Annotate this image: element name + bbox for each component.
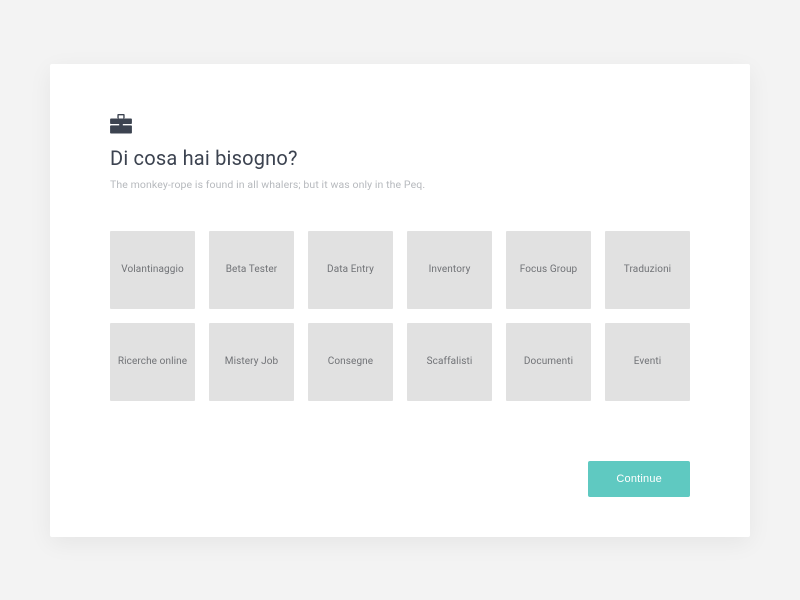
briefcase-icon bbox=[110, 114, 690, 134]
category-grid: Volantinaggio Beta Tester Data Entry Inv… bbox=[110, 231, 690, 401]
category-tile[interactable]: Consegne bbox=[308, 323, 393, 401]
category-tile[interactable]: Data Entry bbox=[308, 231, 393, 309]
category-tile[interactable]: Scaffalisti bbox=[407, 323, 492, 401]
page-title: Di cosa hai bisogno? bbox=[110, 146, 690, 170]
category-tile[interactable]: Focus Group bbox=[506, 231, 591, 309]
category-tile[interactable]: Mistery Job bbox=[209, 323, 294, 401]
category-tile[interactable]: Traduzioni bbox=[605, 231, 690, 309]
card-footer: Continue bbox=[110, 461, 690, 497]
category-tile[interactable]: Volantinaggio bbox=[110, 231, 195, 309]
category-tile[interactable]: Eventi bbox=[605, 323, 690, 401]
category-tile[interactable]: Ricerche online bbox=[110, 323, 195, 401]
category-tile[interactable]: Inventory bbox=[407, 231, 492, 309]
category-tile[interactable]: Beta Tester bbox=[209, 231, 294, 309]
continue-button[interactable]: Continue bbox=[588, 461, 690, 497]
page-subtitle: The monkey-rope is found in all whalers;… bbox=[110, 178, 690, 191]
category-tile[interactable]: Documenti bbox=[506, 323, 591, 401]
onboarding-card: Di cosa hai bisogno? The monkey-rope is … bbox=[50, 64, 750, 537]
